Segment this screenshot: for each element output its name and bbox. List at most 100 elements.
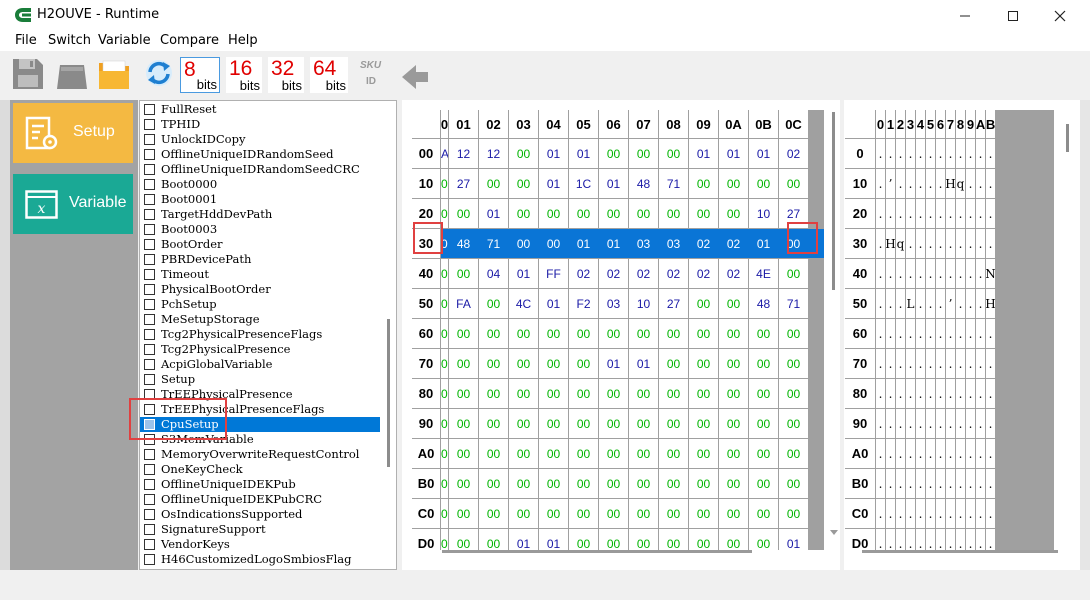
hex-byte-cell[interactable]: 00 xyxy=(599,529,628,558)
ascii-char-cell[interactable]: . xyxy=(966,229,975,258)
ascii-char-cell[interactable]: . xyxy=(936,529,945,558)
ascii-char-cell[interactable]: . xyxy=(976,229,985,258)
hex-byte-cell[interactable]: 00 xyxy=(479,529,508,558)
hex-byte-cell[interactable]: 00 xyxy=(599,409,628,438)
ascii-char-cell[interactable]: . xyxy=(946,439,955,468)
ascii-char-cell[interactable]: . xyxy=(876,199,885,228)
hex-byte-cell[interactable]: 00 xyxy=(599,199,628,228)
hex-byte-cell[interactable]: 00 xyxy=(569,499,598,528)
variable-checkbox[interactable] xyxy=(144,149,155,160)
hex-byte-cell[interactable]: 00 xyxy=(479,349,508,378)
hex-byte-cell[interactable]: 01 xyxy=(689,139,718,168)
hex-byte-cell[interactable]: 00 xyxy=(779,259,808,288)
ascii-char-cell[interactable]: . xyxy=(916,469,925,498)
ascii-char-cell[interactable]: . xyxy=(926,349,935,378)
variable-checkbox[interactable] xyxy=(144,359,155,370)
hex-byte-cell[interactable]: 00 xyxy=(629,139,658,168)
ascii-char-cell[interactable]: . xyxy=(966,199,975,228)
ascii-char-cell[interactable]: . xyxy=(926,439,935,468)
ascii-char-cell[interactable]: . xyxy=(886,289,895,318)
open-folder-icon[interactable] xyxy=(97,55,131,91)
32-bits-button[interactable]: 32 bits xyxy=(268,57,304,93)
variable-list-scrollbar[interactable] xyxy=(387,319,390,467)
ascii-char-cell[interactable]: . xyxy=(936,259,945,288)
hex-byte-cell[interactable]: 00 xyxy=(479,379,508,408)
variable-checkbox[interactable] xyxy=(144,269,155,280)
hex-byte-cell[interactable]: 02 xyxy=(689,229,718,258)
ascii-char-cell[interactable]: . xyxy=(986,139,995,168)
variable-checkbox[interactable] xyxy=(144,479,155,490)
hex-byte-cell[interactable]: 00 xyxy=(629,379,658,408)
hex-byte-cell[interactable]: 01 xyxy=(749,139,778,168)
variable-checkbox[interactable] xyxy=(144,434,155,445)
hex-byte-cell[interactable]: 00 xyxy=(749,409,778,438)
hex-byte-cell[interactable]: 00 xyxy=(659,469,688,498)
hex-byte-cell[interactable]: 01 xyxy=(509,529,538,558)
variable-list-item[interactable]: PchSetup xyxy=(140,297,380,312)
ascii-char-cell[interactable]: . xyxy=(916,529,925,558)
variable-checkbox[interactable] xyxy=(144,284,155,295)
variable-checkbox[interactable] xyxy=(144,314,155,325)
hex-byte-cell[interactable]: 10 xyxy=(629,289,658,318)
hex-byte-cell[interactable]: 00 xyxy=(629,469,658,498)
ascii-char-cell[interactable]: . xyxy=(966,469,975,498)
ascii-char-cell[interactable]: . xyxy=(916,289,925,318)
ascii-char-cell[interactable]: . xyxy=(886,139,895,168)
hex-byte-cell[interactable]: 00 xyxy=(779,349,808,378)
back-arrow-icon[interactable] xyxy=(400,55,434,91)
ascii-char-cell[interactable]: . xyxy=(956,529,965,558)
hex-byte-cell[interactable]: 00 xyxy=(449,349,478,378)
ascii-char-cell[interactable]: . xyxy=(886,349,895,378)
hex-byte-cell[interactable]: 00 xyxy=(689,289,718,318)
ascii-char-cell[interactable]: . xyxy=(886,259,895,288)
variable-list-item[interactable]: AcpiGlobalVariable xyxy=(140,357,380,372)
hex-byte-cell[interactable]: 0 xyxy=(441,409,448,438)
hex-horizontal-scrollbar[interactable] xyxy=(442,550,752,553)
hex-vertical-scrollbar[interactable] xyxy=(832,112,835,290)
hex-byte-cell[interactable]: 27 xyxy=(449,169,478,198)
ascii-char-cell[interactable]: . xyxy=(936,169,945,198)
ascii-char-cell[interactable]: . xyxy=(896,439,905,468)
hex-byte-cell[interactable]: 00 xyxy=(749,499,778,528)
ascii-char-cell[interactable]: . xyxy=(936,469,945,498)
ascii-char-cell[interactable]: . xyxy=(956,139,965,168)
hex-byte-cell[interactable]: 0 xyxy=(441,469,448,498)
ascii-char-cell[interactable]: . xyxy=(976,139,985,168)
ascii-char-cell[interactable]: . xyxy=(876,529,885,558)
ascii-char-cell[interactable]: . xyxy=(916,169,925,198)
hex-byte-cell[interactable]: 00 xyxy=(539,229,568,258)
ascii-char-cell[interactable]: . xyxy=(946,499,955,528)
hex-byte-cell[interactable]: 01 xyxy=(719,139,748,168)
ascii-char-cell[interactable]: . xyxy=(926,199,935,228)
ascii-char-cell[interactable]: . xyxy=(926,409,935,438)
hex-byte-cell[interactable]: 00 xyxy=(599,379,628,408)
hex-byte-cell[interactable]: 00 xyxy=(659,529,688,558)
hex-byte-cell[interactable]: 00 xyxy=(749,529,778,558)
hex-byte-cell[interactable]: 00 xyxy=(749,439,778,468)
ascii-char-cell[interactable]: . xyxy=(906,499,915,528)
hex-byte-cell[interactable]: 00 xyxy=(599,439,628,468)
ascii-char-cell[interactable]: . xyxy=(986,439,995,468)
hex-byte-cell[interactable]: 00 xyxy=(509,439,538,468)
ascii-char-cell[interactable]: . xyxy=(936,379,945,408)
ascii-char-cell[interactable]: . xyxy=(906,229,915,258)
hex-byte-cell[interactable]: 0 xyxy=(441,229,448,258)
8-bits-button[interactable]: 8 bits xyxy=(180,57,220,93)
ascii-char-cell[interactable]: . xyxy=(966,379,975,408)
save-as-icon[interactable] xyxy=(55,55,89,91)
hex-byte-cell[interactable]: 00 xyxy=(689,169,718,198)
hex-byte-cell[interactable]: 01 xyxy=(569,139,598,168)
variable-list-item[interactable]: Tcg2PhysicalPresenceFlags xyxy=(140,327,380,342)
hex-byte-cell[interactable]: 00 xyxy=(509,499,538,528)
ascii-char-cell[interactable]: H xyxy=(886,229,895,258)
hex-byte-cell[interactable]: 00 xyxy=(659,349,688,378)
menu-switch[interactable]: Switch xyxy=(48,33,91,48)
ascii-char-cell[interactable]: . xyxy=(936,139,945,168)
hex-byte-cell[interactable]: 00 xyxy=(749,319,778,348)
hex-byte-cell[interactable]: 00 xyxy=(749,469,778,498)
hex-byte-cell[interactable]: 00 xyxy=(539,319,568,348)
ascii-char-cell[interactable]: . xyxy=(916,379,925,408)
hex-byte-cell[interactable]: 00 xyxy=(719,379,748,408)
hex-byte-cell[interactable]: 00 xyxy=(569,469,598,498)
menu-file[interactable]: File xyxy=(15,33,37,48)
